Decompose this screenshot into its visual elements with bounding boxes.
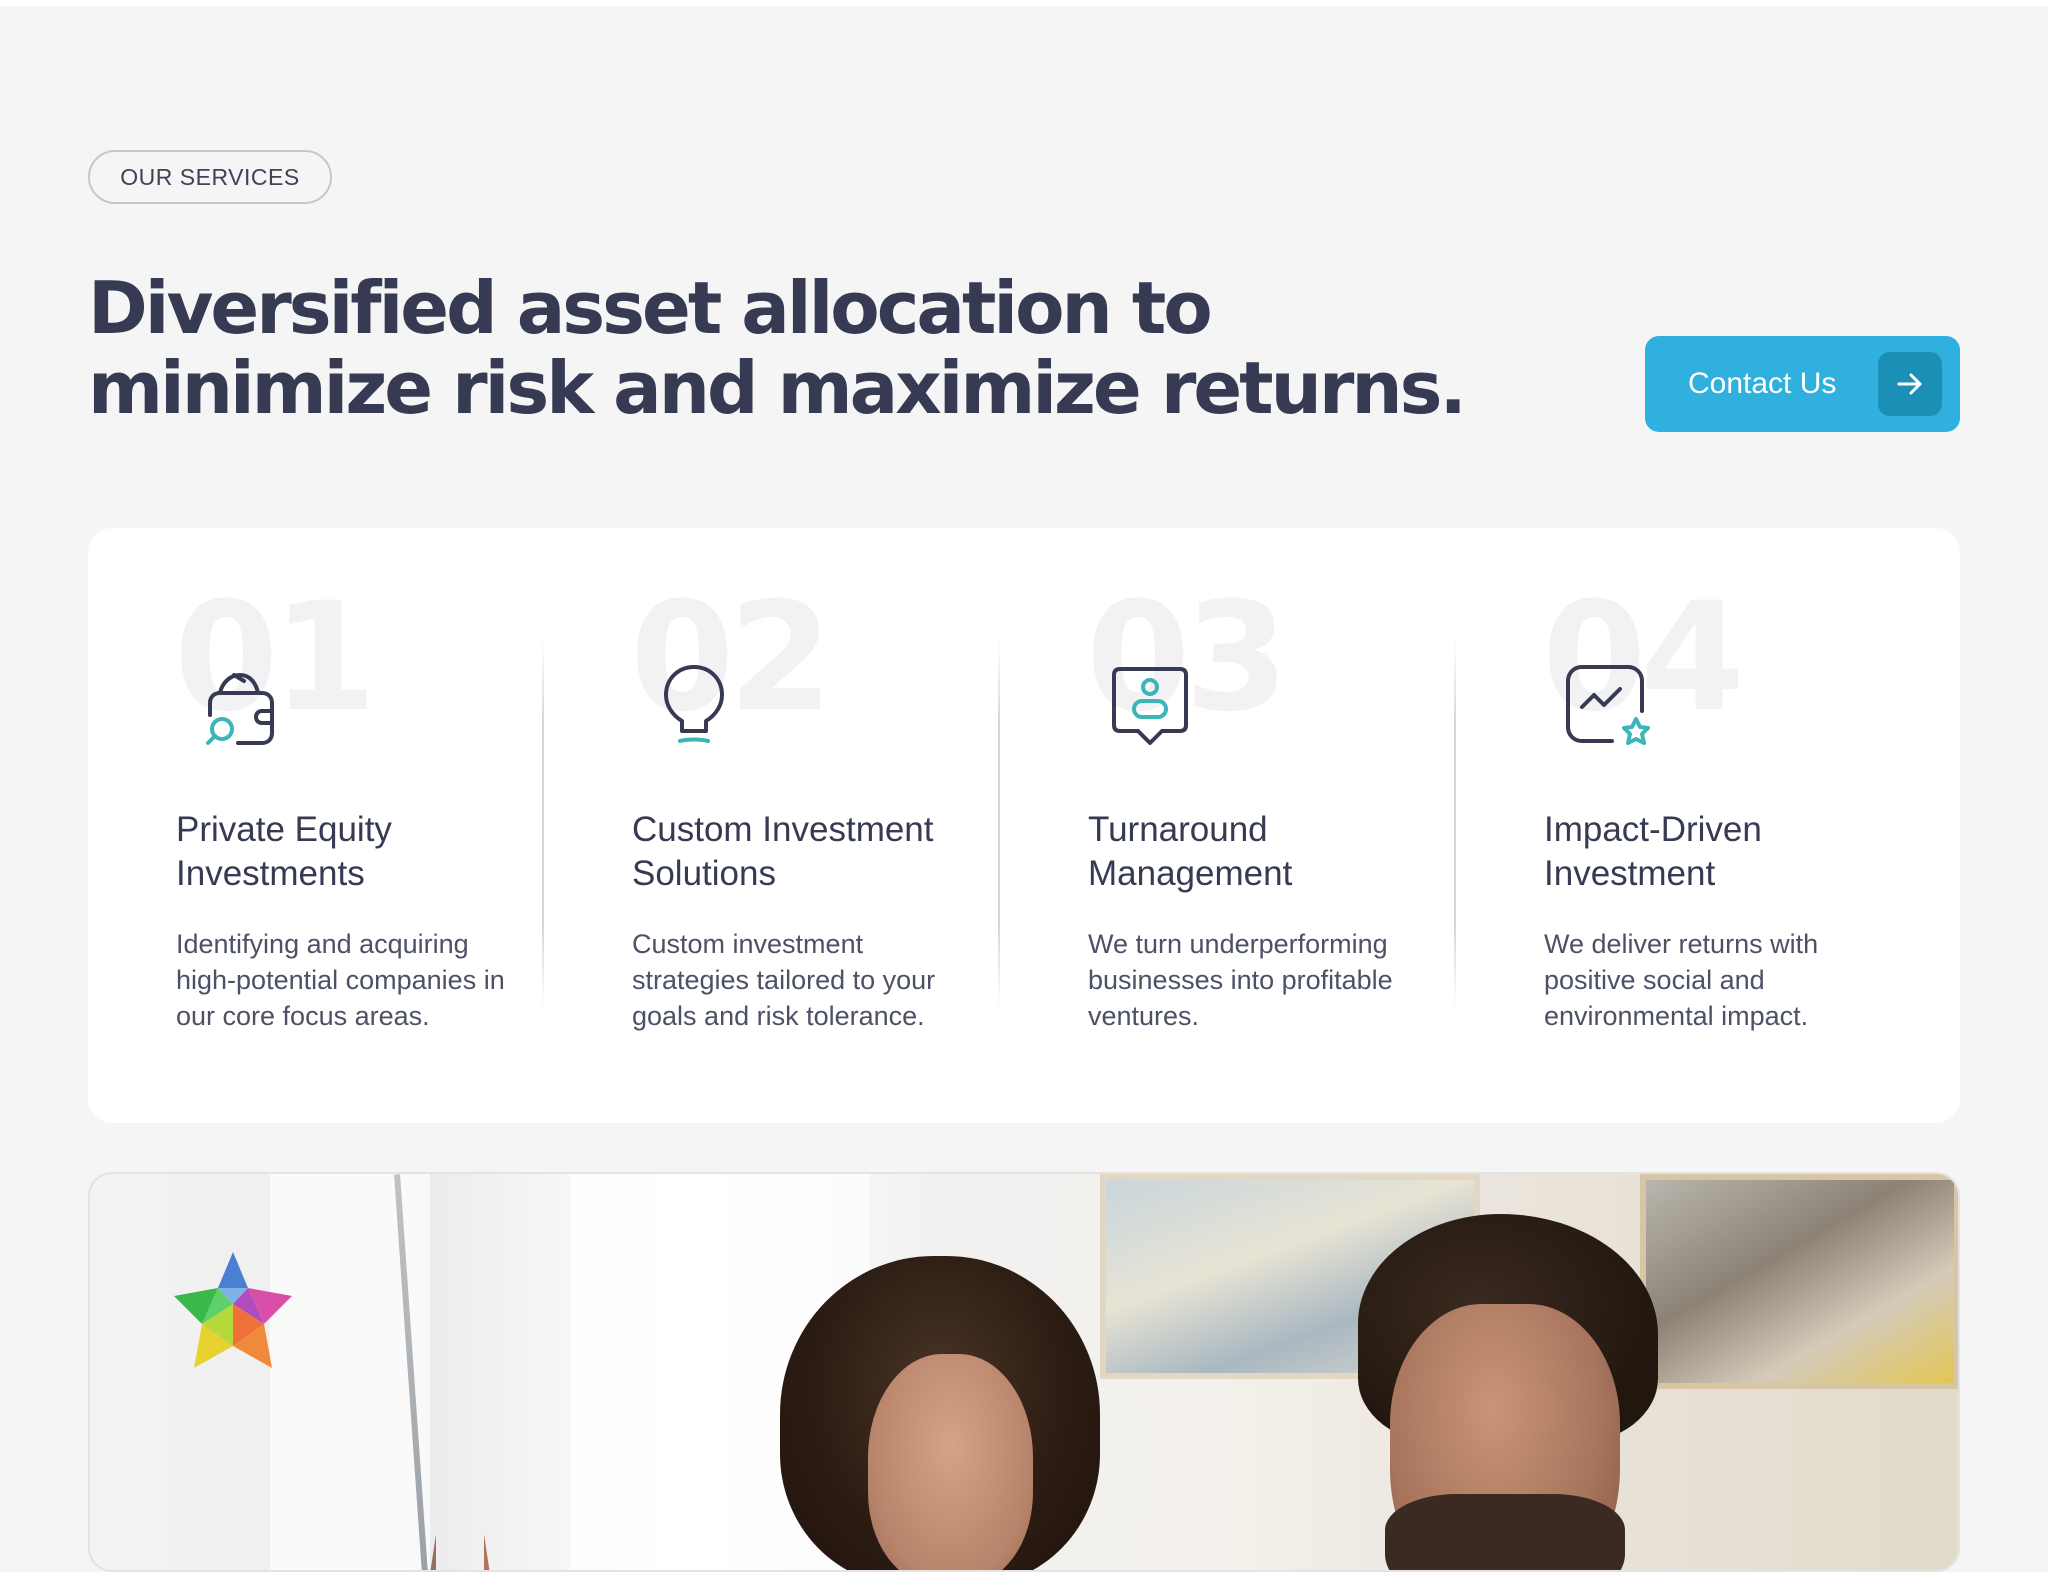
user-badge-icon (1100, 653, 1200, 753)
lamp-tripod (430, 1394, 490, 1570)
service-item-custom-investment[interactable]: 02 Custom Investment Solutions Custom in… (630, 528, 1012, 1123)
contact-us-label: Contact Us (1688, 367, 1837, 400)
services-card: 01 Private Equity Investments Identifyin… (88, 528, 1960, 1123)
service-divider (542, 638, 544, 1010)
service-description: Identifying and acquiring high-potential… (176, 929, 505, 1031)
service-item-turnaround[interactable]: 03 Turnaround Management We turn underpe… (1086, 528, 1468, 1123)
arrow-right-icon (1878, 352, 1942, 416)
wall-painting (1640, 1174, 1958, 1389)
service-title: Impact-Driven Investment (1544, 810, 1762, 893)
service-title: Custom Investment Solutions (632, 810, 934, 893)
chart-star-icon (1556, 653, 1656, 753)
section-badge: OUR SERVICES (88, 150, 332, 204)
service-title: Private Equity Investments (176, 810, 392, 893)
star-logo-icon (168, 1246, 298, 1376)
contact-us-button[interactable]: Contact Us (1645, 336, 1960, 432)
team-photo (88, 1172, 1960, 1572)
person-man-beard (1385, 1494, 1625, 1570)
service-item-private-equity[interactable]: 01 Private Equity Investments Identifyin… (174, 528, 556, 1123)
service-description: We deliver returns with positive social … (1544, 929, 1819, 1031)
service-description: We turn underperforming businesses into … (1088, 929, 1393, 1031)
page-headline: Diversified asset allocation to minimize… (88, 268, 1528, 428)
section-badge-label: OUR SERVICES (120, 163, 300, 190)
headline-line-1: Diversified asset allocation to (88, 266, 1213, 350)
service-item-impact-driven[interactable]: 04 Impact-Driven Investment We deliver r… (1542, 528, 1924, 1123)
wallet-search-icon (188, 653, 288, 753)
service-divider (998, 638, 1000, 1010)
top-strip (0, 0, 2048, 6)
service-divider (1454, 638, 1456, 1010)
service-description: Custom investment strategies tailored to… (632, 929, 936, 1031)
person-woman-face (868, 1354, 1033, 1570)
headline-line-2: minimize risk and maximize returns. (88, 346, 1467, 430)
lightbulb-icon (644, 653, 744, 753)
service-title: Turnaround Management (1088, 810, 1293, 893)
